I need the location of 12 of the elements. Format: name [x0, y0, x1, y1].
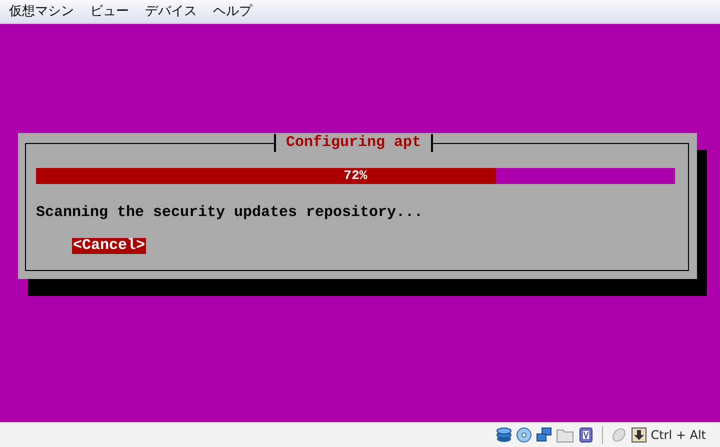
optical-disc-icon[interactable] — [516, 427, 532, 443]
status-message: Scanning the security updates repository... — [36, 204, 424, 221]
menu-item[interactable]: ビュー — [85, 0, 140, 23]
hard-disk-icon[interactable] — [496, 427, 512, 443]
progress-percent: 72% — [344, 168, 368, 183]
dialog-title: Configuring apt — [274, 134, 434, 152]
menu-item[interactable]: ヘルプ — [208, 0, 263, 23]
network-icon[interactable] — [536, 427, 552, 443]
menu-item[interactable]: 仮想マシン — [4, 0, 85, 23]
host-key-label: Ctrl + Alt — [650, 427, 706, 444]
menu-item[interactable]: デバイス — [140, 0, 208, 23]
cancel-button[interactable]: <Cancel> — [72, 238, 146, 254]
